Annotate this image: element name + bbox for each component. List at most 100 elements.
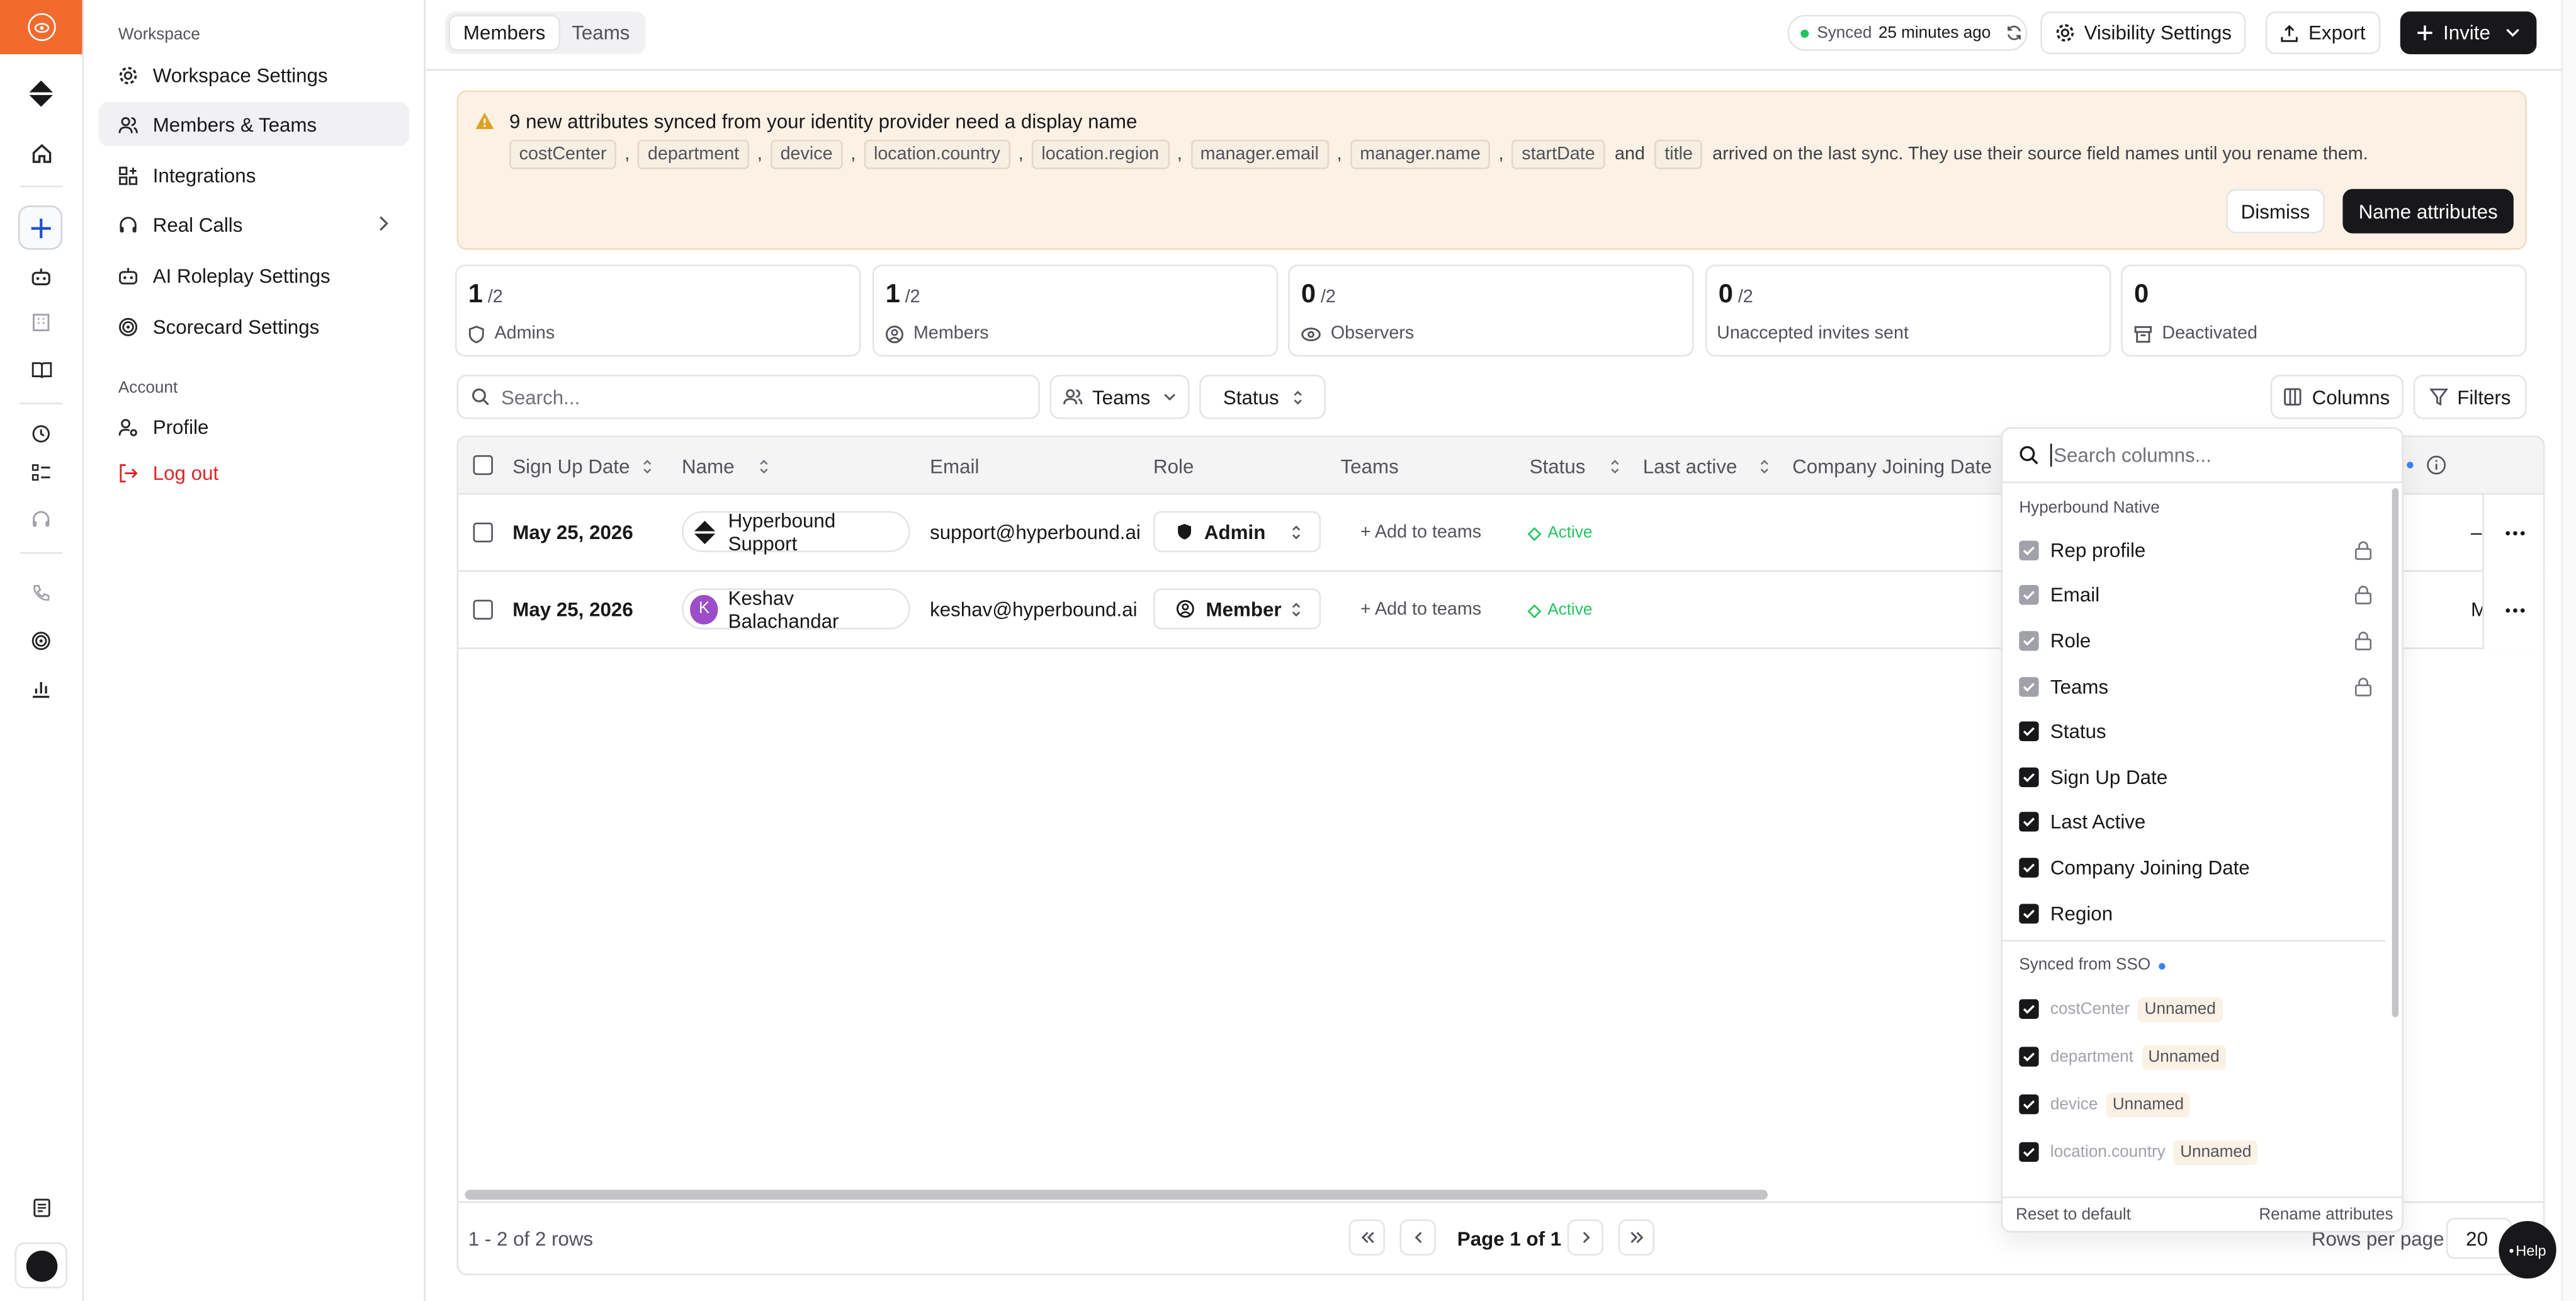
column-header-sign-up-date[interactable]: Sign Up Date	[512, 455, 653, 478]
document-icon[interactable]	[25, 1191, 57, 1224]
column-option-device[interactable]: device Unnamed	[2019, 1088, 2383, 1121]
refresh-icon[interactable]	[2006, 25, 2022, 41]
stat-label: Observers	[1330, 324, 1415, 344]
banner-suffix: arrived on the last sync. They use their…	[1712, 144, 2368, 164]
previous-page-button[interactable]	[1399, 1219, 1436, 1256]
sidebar-item-label: Profile	[152, 414, 209, 438]
columns-button[interactable]: Columns	[2270, 375, 2404, 419]
status-filter-button[interactable]: Status	[1199, 375, 1326, 419]
sidebar-item-scorecard-settings[interactable]: Scorecard Settings	[99, 304, 409, 348]
popover-footer: Reset to default Rename attributes	[2003, 1196, 2402, 1231]
building-icon[interactable]	[25, 305, 57, 338]
dismiss-button[interactable]: Dismiss	[2226, 189, 2325, 234]
org-switcher-button[interactable]	[14, 1242, 67, 1289]
select-all-checkbox[interactable]	[473, 455, 493, 475]
row-actions-button[interactable]	[2482, 572, 2543, 649]
column-option-teams[interactable]: Teams	[2019, 671, 2383, 703]
headset-icon[interactable]	[25, 503, 57, 536]
column-header-status[interactable]: Status	[1530, 455, 1620, 478]
column-header-role: Role	[1153, 455, 1194, 479]
stat-count: 1	[468, 281, 483, 309]
column-search-input[interactable]: Search columns...	[2050, 443, 2212, 467]
next-page-button[interactable]	[1567, 1219, 1604, 1256]
add-to-teams-button[interactable]: + Add to teams	[1360, 600, 1481, 620]
column-search[interactable]: Search columns...	[2003, 429, 2402, 484]
sidebar-item-members-teams[interactable]: Members & Teams	[98, 101, 409, 147]
member-search[interactable]: Search...	[456, 375, 1040, 419]
bot-icon[interactable]	[25, 259, 57, 292]
column-header-last-active[interactable]: Last active	[1643, 455, 1770, 478]
column-option-rep-profile[interactable]: Rep profile	[2019, 534, 2383, 567]
checklist-icon[interactable]	[25, 455, 57, 488]
create-icon[interactable]	[18, 205, 63, 250]
tab-teams[interactable]: Teams	[558, 16, 643, 49]
column-option-status[interactable]: Status	[2019, 715, 2383, 747]
sidebar-item-logout[interactable]: Log out	[99, 450, 409, 494]
bar-chart-icon[interactable]	[25, 672, 57, 705]
hyperbound-logo-icon[interactable]	[25, 77, 57, 110]
column-option-role[interactable]: Role	[2019, 625, 2383, 657]
column-header-name[interactable]: Name	[682, 455, 769, 478]
row-checkbox[interactable]	[473, 522, 493, 543]
stat-card-admins[interactable]: 1/2 Admins	[455, 264, 861, 357]
row-actions-button[interactable]	[2482, 494, 2543, 572]
home-icon[interactable]	[25, 137, 57, 169]
unnamed-badge: Unnamed	[2173, 1139, 2258, 1164]
role-select[interactable]: Admin	[1153, 511, 1321, 552]
invite-button[interactable]: Invite	[2400, 11, 2537, 55]
stat-card-members[interactable]: 1/2 Members	[872, 264, 1279, 357]
role-select[interactable]: Member	[1153, 588, 1321, 630]
column-option-company-joining-date[interactable]: Company Joining Date	[2019, 851, 2383, 884]
book-icon[interactable]	[25, 353, 57, 386]
columns-popover: Search columns... Hyperbound Native Rep …	[2001, 427, 2404, 1233]
column-option-sign-up-date[interactable]: Sign Up Date	[2019, 761, 2383, 793]
sidebar-item-integrations[interactable]: Integrations	[99, 153, 409, 197]
column-option-last-active[interactable]: Last Active	[2019, 805, 2383, 838]
page-tabs: Members Teams	[445, 11, 646, 55]
filters-button[interactable]: Filters	[2413, 375, 2527, 419]
row-checkbox[interactable]	[473, 599, 493, 620]
stat-card-deactivated[interactable]: 0 Deactivated	[2121, 264, 2527, 357]
member-name-chip[interactable]: K Keshav Balachandar	[682, 586, 910, 632]
teams-filter-button[interactable]: Teams	[1049, 375, 1190, 419]
column-option-email[interactable]: Email	[2019, 579, 2383, 611]
sidebar-item-ai-roleplay-settings[interactable]: AI Roleplay Settings	[99, 253, 409, 297]
sidebar-item-real-calls[interactable]: Real Calls	[99, 202, 409, 246]
help-button[interactable]: • Help	[2499, 1221, 2556, 1279]
stat-card-unaccepted-invites[interactable]: 0/2 Unaccepted invites sent	[1705, 264, 2111, 357]
first-page-button[interactable]	[1348, 1219, 1385, 1256]
page-scrollbar[interactable]	[2561, 0, 2576, 1301]
checkbox-checked-icon	[2019, 904, 2039, 924]
column-option-department[interactable]: department Unnamed	[2019, 1040, 2383, 1073]
history-icon[interactable]	[25, 418, 57, 450]
rename-attributes-button[interactable]: Rename attributes	[2259, 1207, 2393, 1225]
stat-card-observers[interactable]: 0/2 Observers	[1288, 264, 1694, 357]
attribute-chip: title	[1654, 139, 1703, 169]
sync-dot	[1800, 28, 1809, 37]
search-input[interactable]: Search...	[501, 385, 580, 409]
column-option-region[interactable]: Region	[2019, 897, 2383, 930]
chevron-left-icon	[1414, 1232, 1421, 1243]
column-option-costcenter[interactable]: costCenter Unnamed	[2019, 992, 2383, 1025]
visibility-settings-label: Visibility Settings	[2084, 21, 2232, 45]
visibility-settings-button[interactable]: Visibility Settings	[2040, 11, 2246, 55]
export-button[interactable]: Export	[2265, 11, 2381, 55]
member-name-chip[interactable]: Hyperbound Support	[682, 509, 910, 555]
info-icon[interactable]	[2427, 455, 2446, 475]
attribute-chip-list: costCenter, department, device, location…	[509, 139, 2378, 169]
phone-icon[interactable]	[25, 577, 57, 610]
popover-scrollbar[interactable]	[2392, 488, 2399, 1018]
avatar: K	[690, 594, 718, 624]
reset-to-default-button[interactable]: Reset to default	[2016, 1207, 2131, 1225]
tab-members[interactable]: Members	[450, 16, 559, 50]
target-icon[interactable]	[25, 625, 57, 657]
name-attributes-button[interactable]: Name attributes	[2342, 189, 2514, 234]
last-page-button[interactable]	[1618, 1219, 1654, 1256]
sidebar-item-profile[interactable]: Profile	[99, 404, 409, 448]
horizontal-scrollbar[interactable]	[465, 1190, 1768, 1200]
chevron-down-icon	[1164, 394, 1176, 401]
preview-toggle-button[interactable]	[0, 0, 82, 55]
add-to-teams-button[interactable]: + Add to teams	[1360, 523, 1481, 542]
column-option-location-country[interactable]: location.country Unnamed	[2019, 1135, 2383, 1168]
sidebar-item-workspace-settings[interactable]: Workspace Settings	[99, 53, 409, 97]
